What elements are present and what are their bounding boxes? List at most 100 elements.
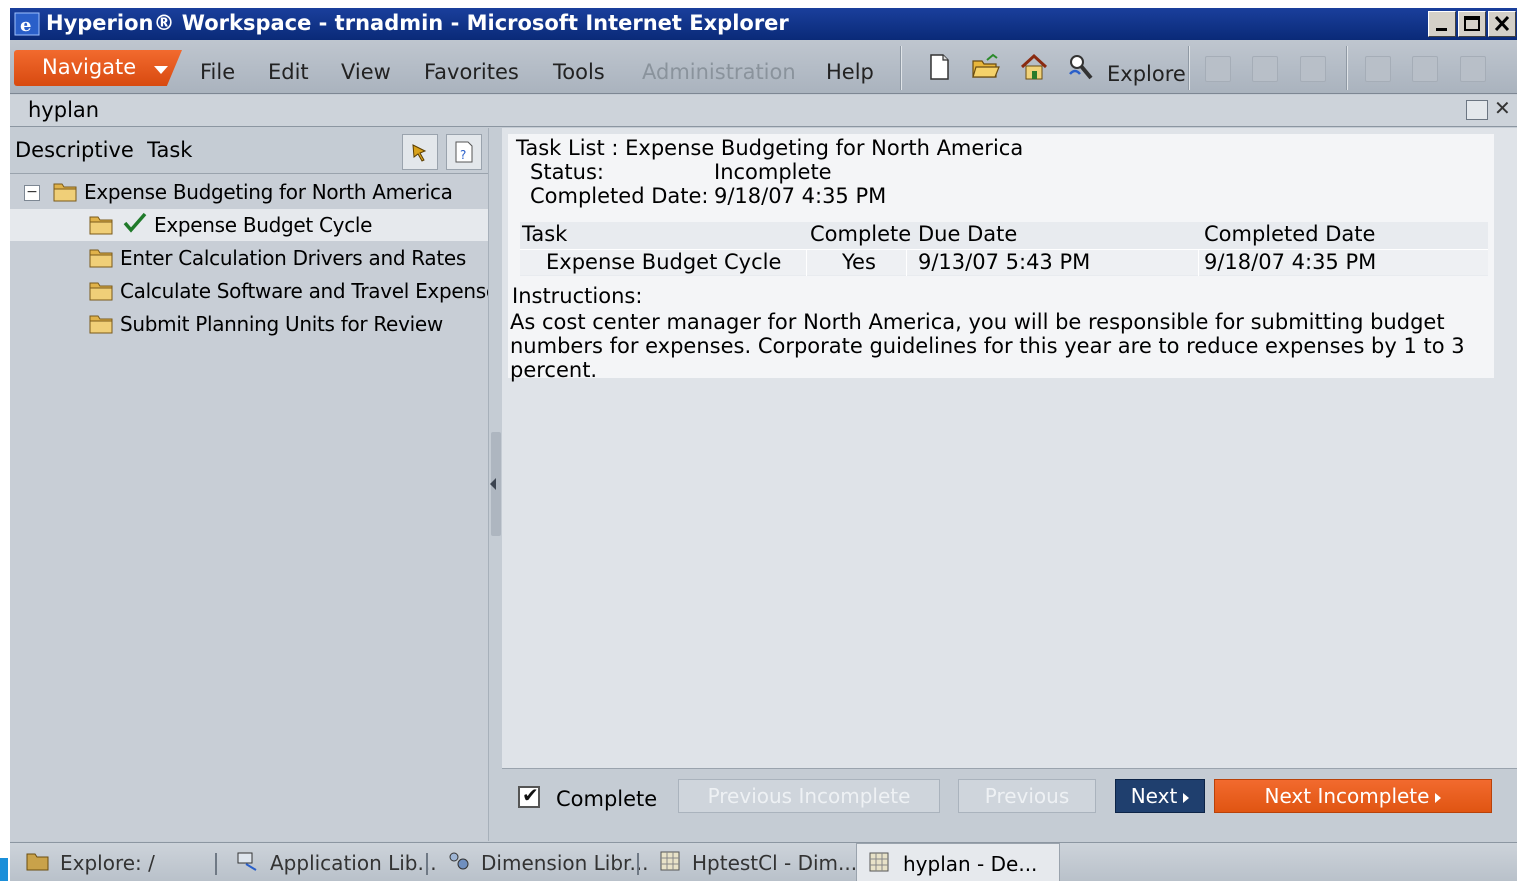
svg-text:e: e [20, 15, 31, 36]
cell-due-date: 9/13/07 5:43 PM [918, 250, 1091, 274]
navigate-button[interactable]: Navigate [14, 50, 182, 86]
panel-splitter[interactable] [488, 128, 502, 841]
next-button[interactable]: Next [1115, 779, 1205, 813]
checkbox-check-icon: ✔ [522, 783, 539, 807]
cell-completed-date: 9/18/07 4:35 PM [1204, 250, 1377, 274]
select-task-button[interactable] [402, 134, 438, 170]
pin-icon [1460, 56, 1486, 82]
taskbar-item-hyplan[interactable]: hyplan - De... [856, 843, 1060, 881]
minimize-button[interactable] [1428, 11, 1456, 37]
tree-item-label: Expense Budget Cycle [154, 213, 373, 237]
print-icon [1300, 56, 1326, 82]
tree-item-expense-budget-cycle[interactable]: Expense Budget Cycle [10, 209, 488, 241]
column-divider [806, 250, 807, 276]
home-icon[interactable] [1019, 52, 1049, 82]
title-bar: e Hyperion® Workspace - trnadmin - Micro… [10, 8, 1517, 40]
edit-icon [1365, 56, 1391, 82]
tree-item-label: Expense Budgeting for North America [84, 180, 453, 204]
menu-edit[interactable]: Edit [268, 60, 309, 84]
next-incomplete-button[interactable]: Next Incomplete [1214, 779, 1492, 813]
menu-view[interactable]: View [341, 60, 391, 84]
task-detail-panel: Task List : Expense Budgeting for North … [502, 128, 1517, 768]
taskbar-item-label: Explore: / [60, 851, 155, 875]
application-library-icon [237, 852, 257, 871]
help-document-icon: ? [455, 141, 473, 163]
cell-complete: Yes [842, 250, 876, 274]
table-row[interactable]: Expense Budget Cycle Yes 9/13/07 5:43 PM… [520, 249, 1488, 276]
completed-date-label: Completed Date: [530, 184, 709, 208]
task-detail-card: Task List : Expense Budgeting for North … [508, 134, 1494, 382]
folder-icon [89, 216, 113, 235]
task-list-title: Task List : Expense Budgeting for North … [516, 136, 1024, 160]
taskbar-item-explore[interactable]: Explore: / [26, 843, 222, 881]
status-value: Incomplete [714, 160, 832, 184]
pointer-icon [412, 144, 427, 162]
taskbar-separator [215, 853, 217, 875]
task-tree-panel: Descriptive Task ? − Expense Budgeting f… [10, 128, 508, 841]
taskbar-item-dimension-library[interactable]: Dimension Libr... [447, 843, 649, 881]
menu-file[interactable]: File [200, 60, 235, 84]
tree-item-submit-planning-units[interactable]: Submit Planning Units for Review [10, 308, 488, 340]
taskbar-item-label: Application Lib... [270, 851, 437, 875]
arrow-right-icon [1435, 792, 1442, 803]
complete-label: Complete [556, 787, 658, 811]
menu-favorites[interactable]: Favorites [424, 60, 519, 84]
taskbar-item-hptestcl[interactable]: HptestCl - Dim... [658, 843, 857, 881]
folder-icon [89, 249, 113, 268]
column-header-completed-date: Completed Date [1204, 222, 1376, 246]
checkmark-icon [123, 212, 147, 233]
next-incomplete-label: Next Incomplete [1264, 784, 1430, 808]
minimize-icon [1436, 28, 1447, 31]
collapse-icon[interactable]: − [24, 185, 40, 201]
taskbar-item-label: hyplan - De... [903, 852, 1038, 876]
taskbar-separator [426, 853, 428, 875]
explore-icon[interactable] [1066, 52, 1096, 82]
column-divider [906, 250, 907, 276]
next-label: Next [1130, 784, 1178, 808]
grid-document-icon [869, 852, 889, 872]
column-divider [1198, 250, 1199, 276]
window-title: Hyperion® Workspace - trnadmin - Microso… [46, 11, 789, 35]
browser-window: e Hyperion® Workspace - trnadmin - Micro… [10, 8, 1517, 881]
dimension-library-icon [449, 852, 469, 870]
folder-icon [89, 282, 113, 301]
close-window-button[interactable] [1488, 11, 1516, 37]
tree-item-label: Enter Calculation Drivers and Rates [120, 246, 467, 270]
task-table: Task Complete Due Date Completed Date Ex… [520, 222, 1488, 276]
column-header-complete: Complete [810, 222, 912, 246]
taskbar-item-application-library[interactable]: Application Lib... [236, 843, 437, 881]
explore-label[interactable]: Explore [1107, 62, 1186, 86]
collapse-left-icon[interactable] [490, 478, 496, 490]
grid-document-icon [660, 851, 680, 871]
task-help-button[interactable]: ? [446, 134, 482, 170]
restore-panel-button[interactable] [1466, 100, 1488, 120]
tree-item-root[interactable]: − Expense Budgeting for North America [10, 176, 488, 208]
previous-button: Previous [958, 779, 1096, 813]
task-tree-header: Descriptive Task ? [10, 128, 488, 174]
tree-item-label: Submit Planning Units for Review [120, 312, 443, 336]
module-title: hyplan [28, 98, 100, 122]
instructions-text: As cost center manager for North America… [510, 310, 1465, 382]
folder-icon [53, 183, 77, 202]
maximize-button[interactable] [1458, 11, 1486, 37]
taskbar-item-label: Dimension Libr... [481, 851, 649, 875]
menu-tools[interactable]: Tools [553, 60, 605, 84]
tree-item-calculate-expenses[interactable]: Calculate Software and Travel Expenses [10, 275, 508, 307]
menu-help[interactable]: Help [826, 60, 874, 84]
internet-explorer-icon: e [14, 12, 40, 36]
tree-item-enter-drivers[interactable]: Enter Calculation Drivers and Rates [10, 242, 488, 274]
folder-icon [89, 315, 113, 334]
module-header: hyplan ✕ [10, 95, 1517, 127]
menu-bar: Navigate File Edit View Favorites Tools … [10, 40, 1517, 94]
close-icon [1494, 15, 1510, 32]
complete-checkbox[interactable]: ✔ [518, 783, 540, 808]
maximize-icon [1464, 16, 1480, 31]
column-header-task: Task [522, 222, 568, 246]
navigate-label: Navigate [42, 55, 137, 79]
instructions-label: Instructions: [512, 284, 643, 308]
close-module-button[interactable]: ✕ [1494, 96, 1511, 120]
open-folder-icon[interactable] [971, 52, 1001, 82]
new-document-icon[interactable] [924, 52, 954, 82]
save-icon [1205, 56, 1231, 82]
status-label: Status: [530, 160, 604, 184]
